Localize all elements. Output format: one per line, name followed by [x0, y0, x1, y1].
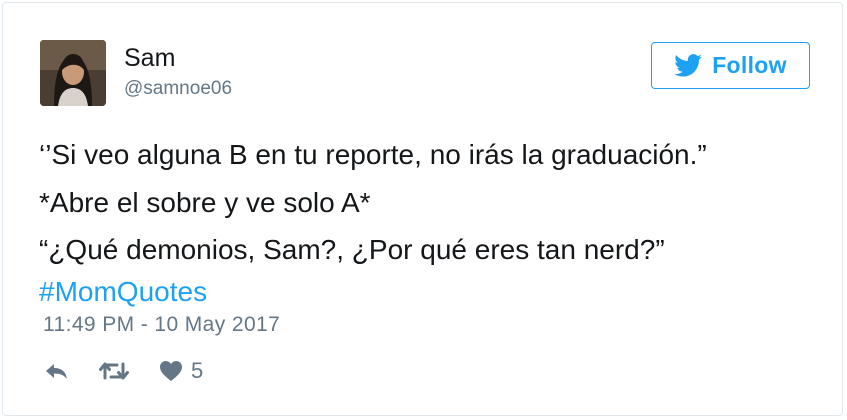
tweet-timestamp[interactable]: 11:49 PM - 10 May 2017 — [43, 312, 280, 338]
like-count: 5 — [191, 358, 204, 383]
reply-icon — [46, 364, 67, 379]
retweet-icon — [99, 362, 129, 380]
retweet-button[interactable] — [97, 360, 131, 382]
author-handle[interactable]: @samnoe06 — [124, 77, 232, 101]
follow-button[interactable]: Follow — [651, 42, 810, 89]
like-button[interactable]: 5 — [159, 358, 203, 384]
follow-label: Follow — [712, 52, 787, 78]
tweet-text-line-3: “¿Qué demonios, Sam?, ¿Por qué eres tan … — [39, 234, 665, 265]
avatar[interactable] — [40, 40, 106, 106]
reply-button[interactable] — [43, 361, 69, 381]
twitter-bird-icon — [674, 54, 702, 77]
tweet-text-line-2: *Abre el sobre y ve solo A* — [39, 187, 371, 218]
author-name[interactable]: Sam — [124, 43, 175, 73]
tweet-actions: 5 — [43, 355, 203, 387]
tweet-card: Sam @samnoe06 Follow ‘’Si veo alguna B e… — [2, 2, 843, 416]
heart-icon — [160, 361, 182, 381]
tweet-text-line-1: ‘’Si veo alguna B en tu reporte, no irás… — [39, 139, 707, 170]
hashtag-link[interactable]: #MomQuotes — [39, 275, 207, 309]
